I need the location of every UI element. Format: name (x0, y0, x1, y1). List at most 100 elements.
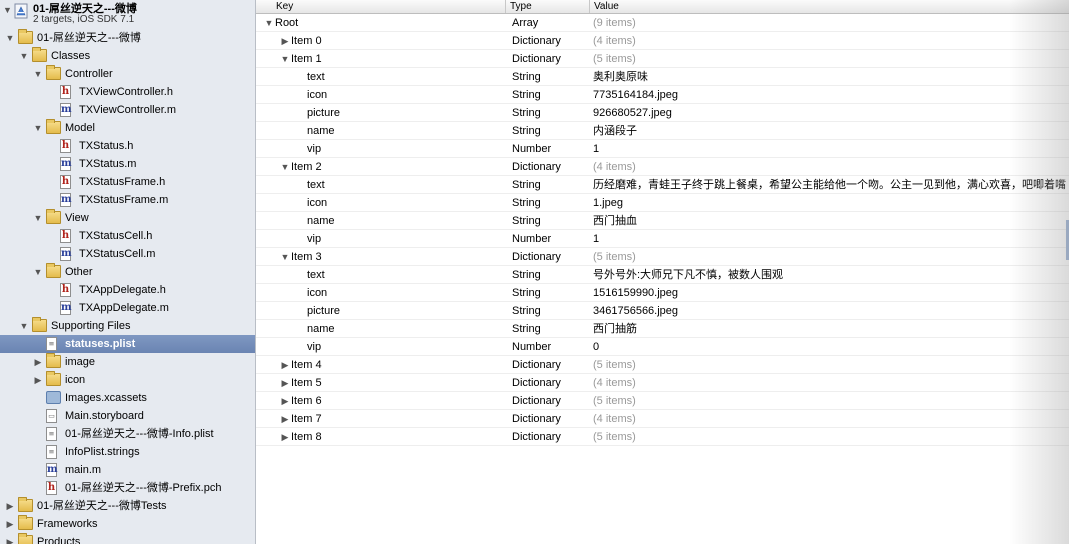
navigator-item[interactable]: m TXStatusFrame.m (0, 191, 255, 209)
plist-type[interactable]: Number (512, 140, 551, 158)
value-column-header[interactable]: Value (590, 0, 1069, 13)
disclosure-open-icon[interactable]: ▼ (280, 50, 290, 68)
plist-key[interactable]: Item 7 (291, 410, 322, 428)
navigator-item[interactable]: h TXViewController.h (0, 83, 255, 101)
plist-type[interactable]: Dictionary (512, 50, 561, 68)
plist-row[interactable]: text String 奥利奥原味 (256, 68, 1069, 86)
plist-row[interactable]: name String 内涵段子 (256, 122, 1069, 140)
type-column-header[interactable]: Type (506, 0, 590, 13)
plist-row[interactable]: ▶ Item 0 Dictionary (4 items) (256, 32, 1069, 50)
navigator-item[interactable]: h 01-屌丝逆天之---微博-Prefix.pch (0, 479, 255, 497)
plist-row[interactable]: text String 历经磨难，青蛙王子终于跳上餐桌，希望公主能给他一个吻。公主一… (256, 176, 1069, 194)
navigator-item[interactable]: ▶ icon (0, 371, 255, 389)
plist-value[interactable]: 1 (593, 230, 599, 248)
plist-row[interactable]: text String 号外号外:大师兄下凡不慎，被数人围观 (256, 266, 1069, 284)
navigator-item[interactable]: ▶ Products (0, 533, 255, 544)
navigator-item[interactable]: ≡ InfoPlist.strings (0, 443, 255, 461)
disclosure-closed-icon[interactable]: ▶ (5, 497, 15, 515)
navigator-item[interactable]: h TXStatusFrame.h (0, 173, 255, 191)
plist-type[interactable]: String (512, 86, 541, 104)
plist-type[interactable]: String (512, 68, 541, 86)
plist-type[interactable]: String (512, 212, 541, 230)
navigator-item[interactable]: h TXStatusCell.h (0, 227, 255, 245)
plist-key[interactable]: name (307, 122, 335, 140)
plist-row[interactable]: ▼ Item 1 Dictionary (5 items) (256, 50, 1069, 68)
plist-type[interactable]: String (512, 266, 541, 284)
navigator-item[interactable]: h TXAppDelegate.h (0, 281, 255, 299)
plist-row[interactable]: ▼ Item 2 Dictionary (4 items) (256, 158, 1069, 176)
navigator-item[interactable]: m TXStatus.m (0, 155, 255, 173)
plist-row[interactable]: picture String 3461756566.jpeg (256, 302, 1069, 320)
plist-key[interactable]: text (307, 266, 325, 284)
plist-key[interactable]: picture (307, 302, 340, 320)
plist-key[interactable]: vip (307, 230, 321, 248)
plist-key[interactable]: Item 1 (291, 50, 322, 68)
plist-key[interactable]: vip (307, 140, 321, 158)
navigator-item[interactable]: m TXAppDelegate.m (0, 299, 255, 317)
plist-row[interactable]: ▶ Item 8 Dictionary (5 items) (256, 428, 1069, 446)
plist-type[interactable]: String (512, 320, 541, 338)
plist-value[interactable]: 1516159990.jpeg (593, 284, 678, 302)
disclosure-closed-icon[interactable]: ▶ (33, 353, 43, 371)
plist-key[interactable]: icon (307, 284, 327, 302)
plist-row[interactable]: ▼ Root Array (9 items) (256, 14, 1069, 32)
plist-key[interactable]: Item 8 (291, 428, 322, 446)
navigator-item[interactable]: ▼ View (0, 209, 255, 227)
plist-type[interactable]: Dictionary (512, 356, 561, 374)
plist-row[interactable]: ▶ Item 7 Dictionary (4 items) (256, 410, 1069, 428)
disclosure-open-icon[interactable]: ▼ (33, 119, 43, 137)
plist-value[interactable]: 西门抽血 (593, 212, 637, 230)
plist-type[interactable]: String (512, 176, 541, 194)
plist-row[interactable]: ▶ Item 4 Dictionary (5 items) (256, 356, 1069, 374)
plist-value[interactable]: 3461756566.jpeg (593, 302, 678, 320)
disclosure-open-icon[interactable]: ▼ (19, 317, 29, 335)
plist-key[interactable]: name (307, 212, 335, 230)
navigator-item[interactable]: m TXStatusCell.m (0, 245, 255, 263)
plist-row[interactable]: name String 西门抽筋 (256, 320, 1069, 338)
plist-key[interactable]: text (307, 176, 325, 194)
plist-key[interactable]: Item 4 (291, 356, 322, 374)
plist-row[interactable]: icon String 1.jpeg (256, 194, 1069, 212)
plist-value[interactable]: 926680527.jpeg (593, 104, 672, 122)
plist-type[interactable]: Dictionary (512, 410, 561, 428)
plist-type[interactable]: Number (512, 338, 551, 356)
navigator-item[interactable]: ▼ Other (0, 263, 255, 281)
plist-row[interactable]: vip Number 1 (256, 140, 1069, 158)
plist-key[interactable]: picture (307, 104, 340, 122)
disclosure-closed-icon[interactable]: ▶ (280, 410, 290, 428)
disclosure-open-icon[interactable]: ▼ (280, 248, 290, 266)
plist-value[interactable]: 奥利奥原味 (593, 68, 648, 86)
plist-key[interactable]: icon (307, 194, 327, 212)
navigator-item[interactable]: ▼ Supporting Files (0, 317, 255, 335)
disclosure-closed-icon[interactable]: ▶ (280, 392, 290, 410)
plist-key[interactable]: Root (275, 14, 298, 32)
disclosure-closed-icon[interactable]: ▶ (33, 371, 43, 389)
project-header[interactable]: ▼ 01-屌丝逆天之---微博 2 targets, iOS SDK 7.1 (0, 0, 255, 28)
disclosure-closed-icon[interactable]: ▶ (280, 374, 290, 392)
disclosure-open-icon[interactable]: ▼ (280, 158, 290, 176)
disclosure-open-icon[interactable]: ▼ (33, 263, 43, 281)
disclosure-open-icon[interactable]: ▼ (5, 29, 15, 47)
plist-type[interactable]: Dictionary (512, 428, 561, 446)
plist-value[interactable]: 西门抽筋 (593, 320, 637, 338)
disclosure-open-icon[interactable]: ▼ (264, 14, 274, 32)
disclosure-open-icon[interactable]: ▼ (19, 47, 29, 65)
plist-key[interactable]: icon (307, 86, 327, 104)
navigator-item[interactable]: ▼ Controller (0, 65, 255, 83)
disclosure-closed-icon[interactable]: ▶ (280, 32, 290, 50)
disclosure-closed-icon[interactable]: ▶ (5, 515, 15, 533)
plist-row[interactable]: icon String 1516159990.jpeg (256, 284, 1069, 302)
plist-key[interactable]: Item 5 (291, 374, 322, 392)
disclosure-closed-icon[interactable]: ▶ (280, 356, 290, 374)
plist-row[interactable]: ▶ Item 5 Dictionary (4 items) (256, 374, 1069, 392)
disclosure-closed-icon[interactable]: ▶ (5, 533, 15, 544)
disclosure-closed-icon[interactable]: ▶ (280, 428, 290, 446)
navigator-item[interactable]: ▼ Model (0, 119, 255, 137)
key-column-header[interactable]: Key (256, 0, 506, 13)
plist-value[interactable]: 1 (593, 140, 599, 158)
plist-type[interactable]: String (512, 122, 541, 140)
plist-type[interactable]: Dictionary (512, 248, 561, 266)
navigator-item[interactable]: Images.xcassets (0, 389, 255, 407)
plist-type[interactable]: Dictionary (512, 32, 561, 50)
disclosure-open-icon[interactable]: ▼ (33, 209, 43, 227)
